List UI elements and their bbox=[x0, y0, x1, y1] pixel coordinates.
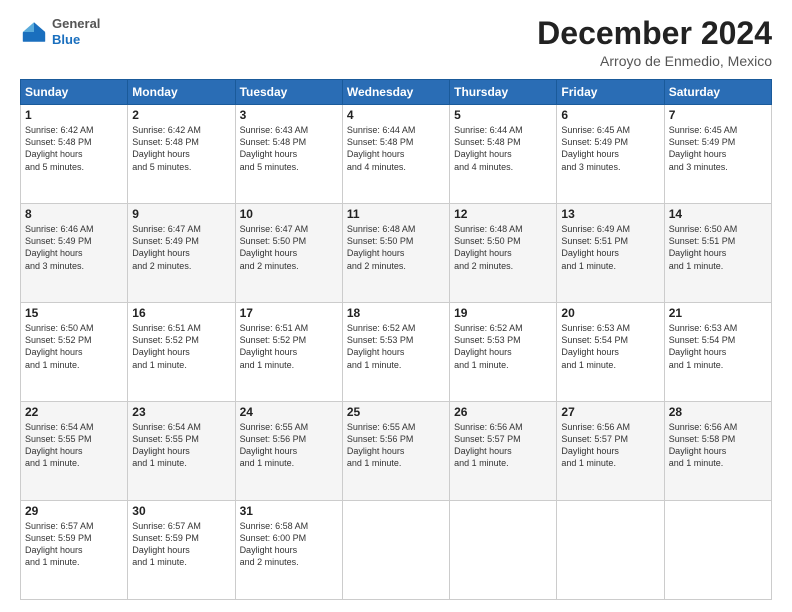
day-cell-6: 6 Sunrise: 6:45 AMSunset: 5:49 PMDayligh… bbox=[557, 105, 664, 204]
day-cell-29: 29 Sunrise: 6:57 AMSunset: 5:59 PMDaylig… bbox=[21, 501, 128, 600]
day-cell-9: 9 Sunrise: 6:47 AMSunset: 5:49 PMDayligh… bbox=[128, 204, 235, 303]
day-cell-26: 26 Sunrise: 6:56 AMSunset: 5:57 PMDaylig… bbox=[450, 402, 557, 501]
logo-blue: Blue bbox=[52, 32, 100, 48]
title-area: December 2024 Arroyo de Enmedio, Mexico bbox=[537, 16, 772, 69]
day-cell-13: 13 Sunrise: 6:49 AMSunset: 5:51 PMDaylig… bbox=[557, 204, 664, 303]
header: General Blue December 2024 Arroyo de Enm… bbox=[20, 16, 772, 69]
subtitle: Arroyo de Enmedio, Mexico bbox=[537, 53, 772, 69]
day-cell-11: 11 Sunrise: 6:48 AMSunset: 5:50 PMDaylig… bbox=[342, 204, 449, 303]
empty-cell-4 bbox=[664, 501, 771, 600]
day-cell-1: 1 Sunrise: 6:42 AMSunset: 5:48 PMDayligh… bbox=[21, 105, 128, 204]
day-cell-4: 4 Sunrise: 6:44 AMSunset: 5:48 PMDayligh… bbox=[342, 105, 449, 204]
page: General Blue December 2024 Arroyo de Enm… bbox=[0, 0, 792, 612]
col-monday: Monday bbox=[128, 80, 235, 105]
week-row-1: 1 Sunrise: 6:42 AMSunset: 5:48 PMDayligh… bbox=[21, 105, 772, 204]
day-cell-27: 27 Sunrise: 6:56 AMSunset: 5:57 PMDaylig… bbox=[557, 402, 664, 501]
day-cell-20: 20 Sunrise: 6:53 AMSunset: 5:54 PMDaylig… bbox=[557, 303, 664, 402]
col-saturday: Saturday bbox=[664, 80, 771, 105]
empty-cell-3 bbox=[557, 501, 664, 600]
week-row-4: 22 Sunrise: 6:54 AMSunset: 5:55 PMDaylig… bbox=[21, 402, 772, 501]
empty-cell-1 bbox=[342, 501, 449, 600]
day-cell-14: 14 Sunrise: 6:50 AMSunset: 5:51 PMDaylig… bbox=[664, 204, 771, 303]
day-cell-7: 7 Sunrise: 6:45 AMSunset: 5:49 PMDayligh… bbox=[664, 105, 771, 204]
calendar-header-row: Sunday Monday Tuesday Wednesday Thursday… bbox=[21, 80, 772, 105]
day-cell-21: 21 Sunrise: 6:53 AMSunset: 5:54 PMDaylig… bbox=[664, 303, 771, 402]
calendar-table: Sunday Monday Tuesday Wednesday Thursday… bbox=[20, 79, 772, 600]
day-cell-22: 22 Sunrise: 6:54 AMSunset: 5:55 PMDaylig… bbox=[21, 402, 128, 501]
day-cell-23: 23 Sunrise: 6:54 AMSunset: 5:55 PMDaylig… bbox=[128, 402, 235, 501]
col-tuesday: Tuesday bbox=[235, 80, 342, 105]
day-cell-17: 17 Sunrise: 6:51 AMSunset: 5:52 PMDaylig… bbox=[235, 303, 342, 402]
day-cell-10: 10 Sunrise: 6:47 AMSunset: 5:50 PMDaylig… bbox=[235, 204, 342, 303]
col-thursday: Thursday bbox=[450, 80, 557, 105]
day-cell-19: 19 Sunrise: 6:52 AMSunset: 5:53 PMDaylig… bbox=[450, 303, 557, 402]
day-cell-31: 31 Sunrise: 6:58 AMSunset: 6:00 PMDaylig… bbox=[235, 501, 342, 600]
logo-icon bbox=[20, 18, 48, 46]
logo: General Blue bbox=[20, 16, 100, 47]
week-row-3: 15 Sunrise: 6:50 AMSunset: 5:52 PMDaylig… bbox=[21, 303, 772, 402]
week-row-2: 8 Sunrise: 6:46 AMSunset: 5:49 PMDayligh… bbox=[21, 204, 772, 303]
logo-general: General bbox=[52, 16, 100, 32]
month-title: December 2024 bbox=[537, 16, 772, 51]
day-cell-3: 3 Sunrise: 6:43 AMSunset: 5:48 PMDayligh… bbox=[235, 105, 342, 204]
day-cell-2: 2 Sunrise: 6:42 AMSunset: 5:48 PMDayligh… bbox=[128, 105, 235, 204]
day-cell-30: 30 Sunrise: 6:57 AMSunset: 5:59 PMDaylig… bbox=[128, 501, 235, 600]
day-cell-25: 25 Sunrise: 6:55 AMSunset: 5:56 PMDaylig… bbox=[342, 402, 449, 501]
day-cell-8: 8 Sunrise: 6:46 AMSunset: 5:49 PMDayligh… bbox=[21, 204, 128, 303]
col-friday: Friday bbox=[557, 80, 664, 105]
day-cell-5: 5 Sunrise: 6:44 AMSunset: 5:48 PMDayligh… bbox=[450, 105, 557, 204]
day-cell-12: 12 Sunrise: 6:48 AMSunset: 5:50 PMDaylig… bbox=[450, 204, 557, 303]
col-wednesday: Wednesday bbox=[342, 80, 449, 105]
logo-text: General Blue bbox=[52, 16, 100, 47]
day-cell-18: 18 Sunrise: 6:52 AMSunset: 5:53 PMDaylig… bbox=[342, 303, 449, 402]
col-sunday: Sunday bbox=[21, 80, 128, 105]
day-cell-24: 24 Sunrise: 6:55 AMSunset: 5:56 PMDaylig… bbox=[235, 402, 342, 501]
week-row-5: 29 Sunrise: 6:57 AMSunset: 5:59 PMDaylig… bbox=[21, 501, 772, 600]
day-cell-28: 28 Sunrise: 6:56 AMSunset: 5:58 PMDaylig… bbox=[664, 402, 771, 501]
empty-cell-2 bbox=[450, 501, 557, 600]
day-cell-16: 16 Sunrise: 6:51 AMSunset: 5:52 PMDaylig… bbox=[128, 303, 235, 402]
day-cell-15: 15 Sunrise: 6:50 AMSunset: 5:52 PMDaylig… bbox=[21, 303, 128, 402]
